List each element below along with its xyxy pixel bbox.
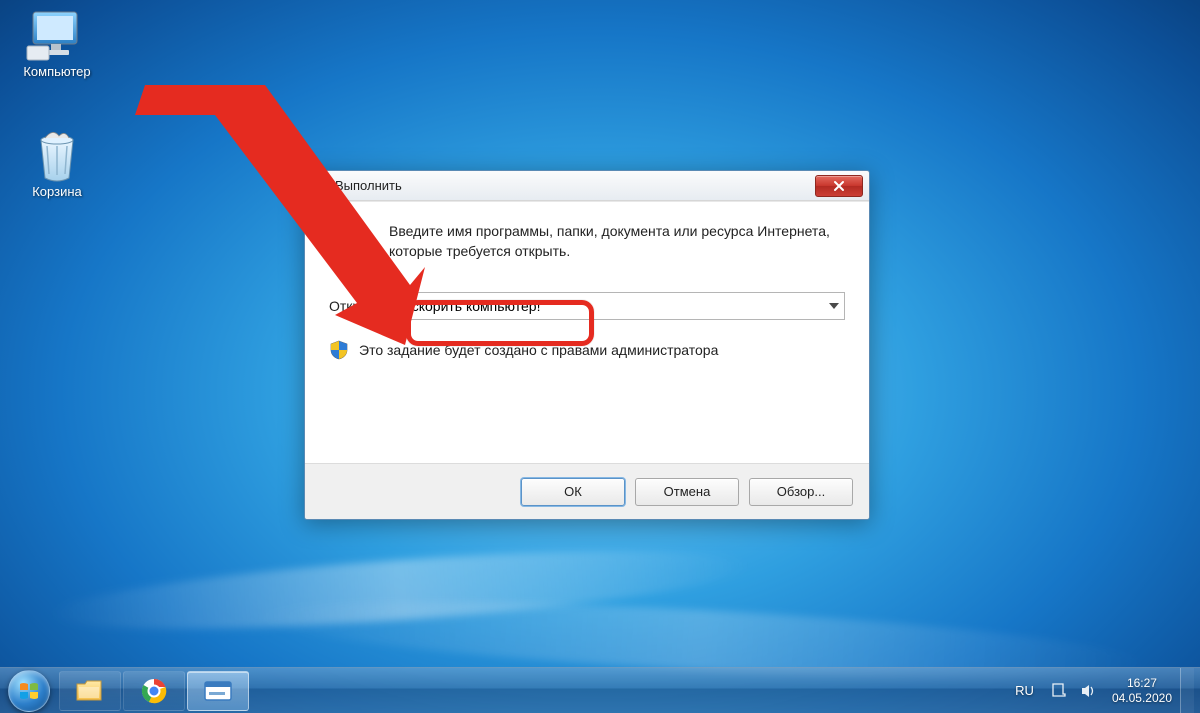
uac-shield-icon [329, 340, 349, 360]
taskbar-item-chrome[interactable] [123, 671, 185, 711]
ok-button[interactable]: ОК [521, 478, 625, 506]
dialog-description: Введите имя программы, папки, документа … [389, 222, 845, 264]
action-center-icon[interactable] [1050, 682, 1068, 700]
admin-note: Это задание будет создано с правами адми… [359, 342, 718, 358]
wallpaper-streak [49, 536, 751, 645]
run-dialog-icon [311, 177, 329, 195]
dialog-button-row: ОК Отмена Обзор... [305, 463, 869, 519]
desktop-icon-label: Компьютер [12, 64, 102, 79]
system-tray: RU 16:27 04.05.2020 [1005, 668, 1200, 713]
recycle-bin-icon [25, 130, 89, 182]
start-button[interactable] [0, 668, 58, 713]
run-icon [203, 679, 233, 703]
computer-icon [25, 10, 89, 62]
dialog-body: Введите имя программы, папки, документа … [305, 201, 869, 463]
windows-logo-icon [8, 670, 50, 712]
open-combobox[interactable] [396, 292, 845, 320]
desktop-icon-computer[interactable]: Компьютер [12, 10, 102, 79]
taskbar: RU 16:27 04.05.2020 [0, 667, 1200, 713]
clock-time: 16:27 [1112, 676, 1172, 691]
show-desktop-button[interactable] [1180, 668, 1194, 713]
titlebar[interactable]: Выполнить [305, 171, 869, 201]
dialog-title: Выполнить [335, 178, 815, 193]
browse-button[interactable]: Обзор... [749, 478, 853, 506]
desktop-icon-label: Корзина [12, 184, 102, 199]
taskbar-item-explorer[interactable] [59, 671, 121, 711]
folder-icon [75, 678, 105, 704]
open-label: Открыть: [329, 298, 388, 314]
close-button[interactable] [815, 175, 863, 197]
close-icon [833, 180, 845, 192]
open-input[interactable] [396, 292, 845, 320]
run-dialog: Выполнить Введите имя программы, папки, … [304, 170, 870, 520]
clock-date: 04.05.2020 [1112, 691, 1172, 706]
taskbar-pinned-area [58, 668, 250, 713]
cancel-button[interactable]: Отмена [635, 478, 739, 506]
taskbar-item-run[interactable] [187, 671, 249, 711]
desktop-icon-recycle-bin[interactable]: Корзина [12, 130, 102, 199]
taskbar-clock[interactable]: 16:27 04.05.2020 [1104, 676, 1180, 706]
run-large-icon [329, 222, 371, 264]
volume-icon[interactable] [1080, 682, 1098, 700]
chrome-icon [140, 677, 168, 705]
language-indicator[interactable]: RU [1005, 683, 1044, 698]
